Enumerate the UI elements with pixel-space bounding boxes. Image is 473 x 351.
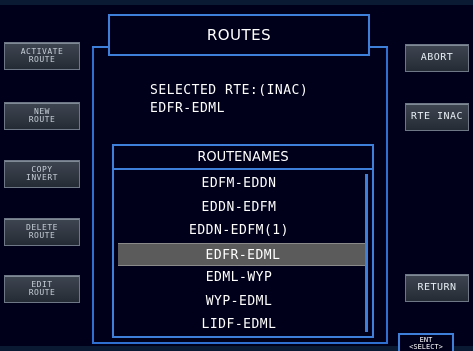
selected-route-label: SELECTED RTE:(INAC) [150, 83, 309, 98]
edit-route-button[interactable]: EDIT ROUTE [4, 275, 80, 303]
list-item[interactable]: EDML-WYP [114, 266, 364, 290]
list-scrollbar[interactable] [365, 174, 368, 332]
selected-route-value: EDFR-EDML [150, 101, 225, 116]
frame-connector-right [368, 46, 388, 48]
list-item[interactable]: EDDN-EDFM(1) [114, 219, 364, 243]
delete-route-button[interactable]: DELETE ROUTE [4, 218, 80, 246]
copy-invert-button[interactable]: COPY INVERT [4, 160, 80, 188]
route-list-items: EDFM-EDDN EDDN-EDFM EDDN-EDFM(1) EDFR-ED… [114, 172, 368, 337]
rte-inac-button[interactable]: RTE INAC [405, 103, 469, 131]
page-title: ROUTES [108, 14, 370, 56]
new-route-button[interactable]: NEW ROUTE [4, 102, 80, 130]
list-item[interactable]: EDDN-EDFM [114, 196, 364, 220]
return-button[interactable]: RETURN [405, 274, 469, 302]
list-item[interactable]: LIDF-EDML [114, 313, 364, 337]
list-item-selected[interactable]: EDFR-EDML [118, 242, 368, 266]
routes-page: ACTIVATE ROUTE NEW ROUTE COPY INVERT DEL… [0, 0, 473, 351]
list-item[interactable]: EDFM-EDDN [114, 172, 364, 196]
activate-route-button[interactable]: ACTIVATE ROUTE [4, 42, 80, 70]
list-item[interactable]: WYP-EDML [114, 290, 364, 314]
route-list: ROUTENAMES EDFM-EDDN EDDN-EDFM EDDN-EDFM… [112, 144, 374, 338]
abort-button[interactable]: ABORT [405, 44, 469, 72]
ent-select-key[interactable]: ENT <SELECT> [398, 333, 454, 351]
route-list-header: ROUTENAMES [114, 146, 372, 170]
top-bezel [0, 0, 473, 5]
